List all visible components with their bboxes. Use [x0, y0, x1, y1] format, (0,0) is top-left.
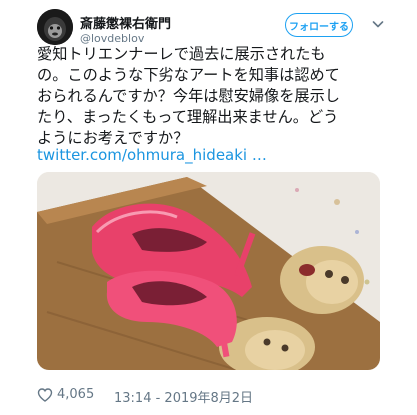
- tweet-text-line: たり、まったくもって理解出来ません。どう: [37, 108, 339, 126]
- tweet-text-line: 愛知トリエンナーレで過去に展示されたも: [37, 45, 326, 63]
- follow-button[interactable]: フォローする: [285, 13, 353, 37]
- heart-icon[interactable]: [37, 387, 53, 403]
- tweet-text-line: おられるんですか？今年は慰安婦像を展示し: [37, 87, 340, 105]
- tweet-timestamp[interactable]: 13:14 - 2019年8月2日: [114, 387, 253, 406]
- photo-illustration: [37, 172, 380, 370]
- avatar[interactable]: [37, 9, 73, 45]
- chevron-down-icon[interactable]: [370, 16, 386, 32]
- tweet-text: 愛知トリエンナーレで過去に展示されたも の。このような下劣なアートを知事は認めて…: [37, 44, 395, 149]
- tweet-footer: 4,065 13:14 - 2019年8月2日: [37, 384, 397, 406]
- tweet-link[interactable]: twitter.com/ohmura_hideaki …: [37, 146, 267, 164]
- like-count[interactable]: 4,065: [57, 387, 94, 402]
- tweet-text-line: の。このような下劣なアートを知事は認めて: [37, 66, 340, 84]
- tweet-photo[interactable]: [37, 172, 380, 370]
- author-display-name[interactable]: 斎藤懲裸右衛門: [80, 13, 171, 32]
